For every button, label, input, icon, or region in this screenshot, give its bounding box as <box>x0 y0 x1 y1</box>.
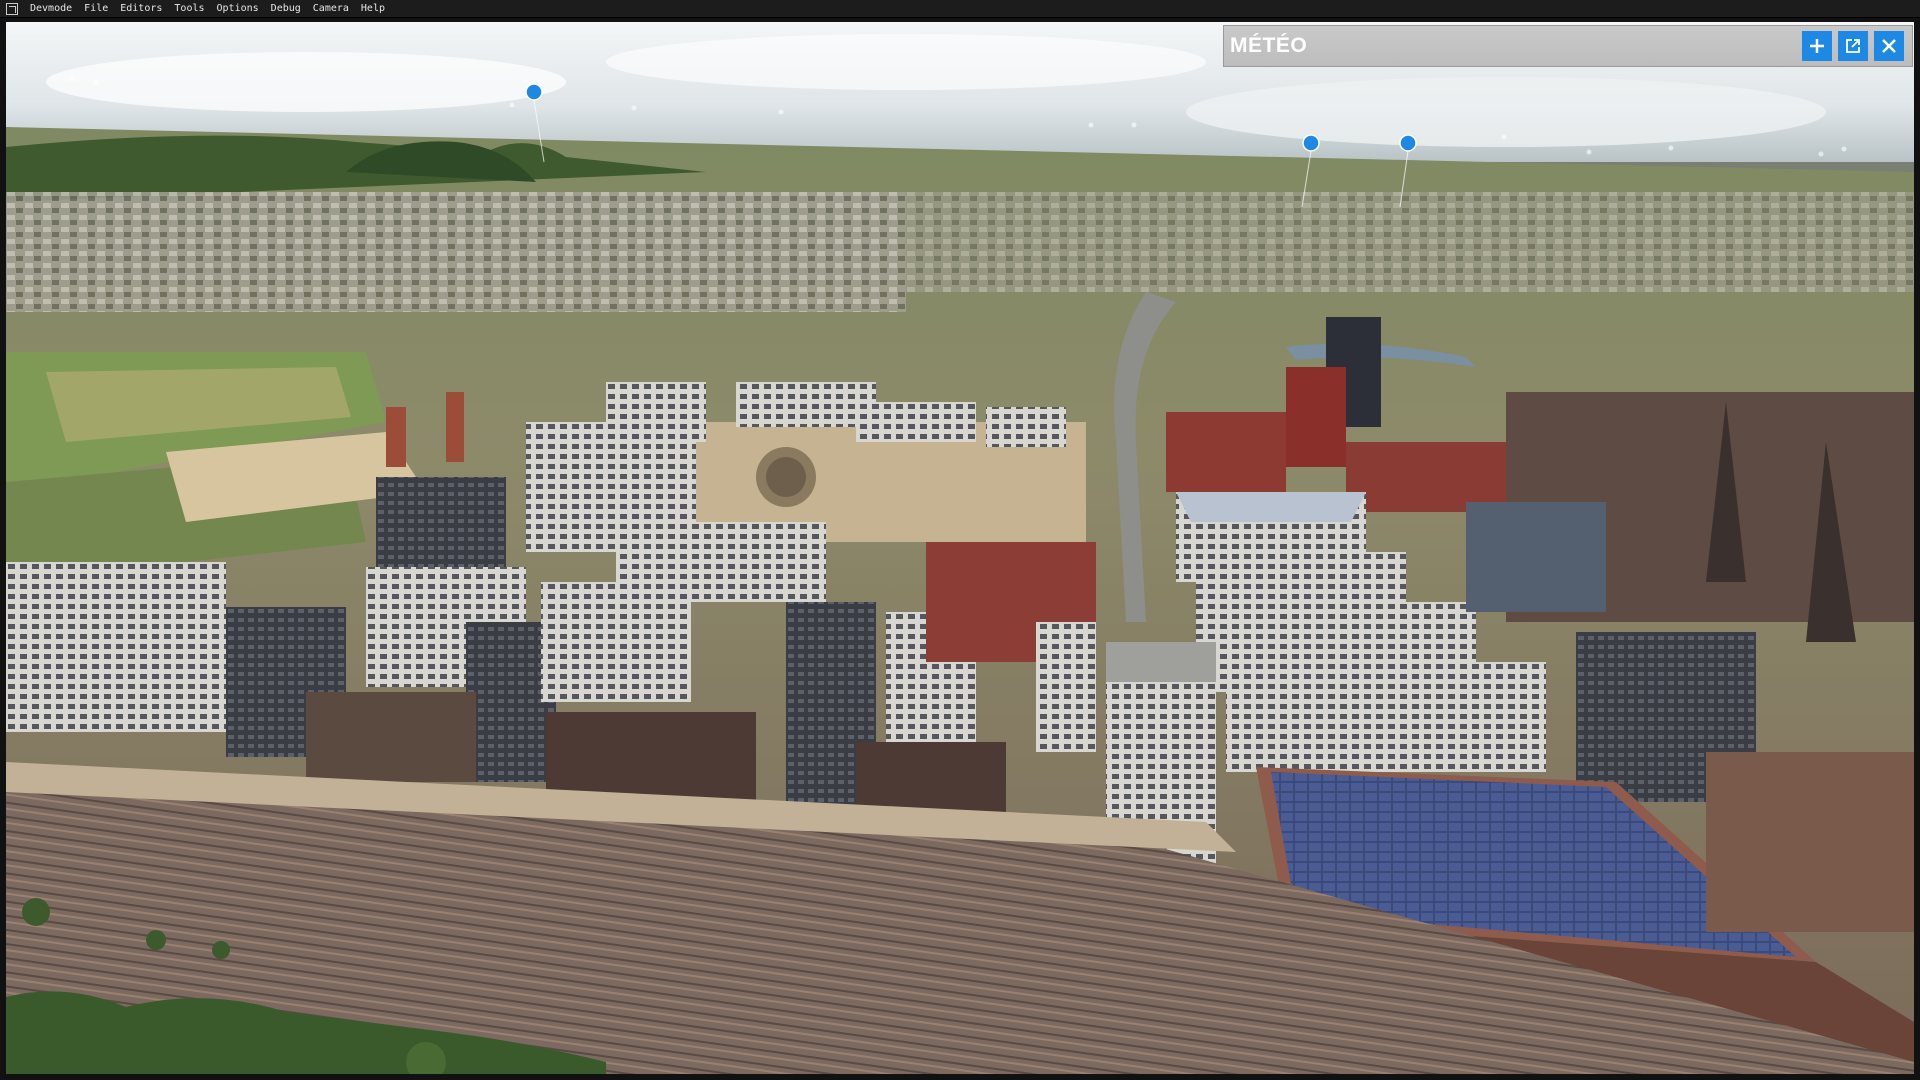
close-icon <box>1882 39 1896 53</box>
add-button[interactable] <box>1802 31 1832 61</box>
menu-editors[interactable]: Editors <box>114 0 168 17</box>
popout-icon <box>1846 39 1860 53</box>
close-button[interactable] <box>1874 31 1904 61</box>
menu-debug[interactable]: Debug <box>265 0 307 17</box>
app-icon <box>6 2 18 15</box>
meteo-panel: MÉTÉO <box>1223 25 1913 67</box>
menu-tools[interactable]: Tools <box>168 0 210 17</box>
scene-viewport[interactable] <box>6 22 1914 1074</box>
menu-help[interactable]: Help <box>355 0 391 17</box>
menu-file[interactable]: File <box>78 0 114 17</box>
popout-button[interactable] <box>1838 31 1868 61</box>
menu-options[interactable]: Options <box>211 0 265 17</box>
menu-devmode[interactable]: Devmode <box>24 0 78 17</box>
panel-title: MÉTÉO <box>1230 34 1308 57</box>
menu-camera[interactable]: Camera <box>307 0 355 17</box>
menu-bar: Devmode File Editors Tools Options Debug… <box>0 0 1920 18</box>
aerial-city-scene <box>6 22 1914 1074</box>
plus-icon <box>1810 39 1824 53</box>
